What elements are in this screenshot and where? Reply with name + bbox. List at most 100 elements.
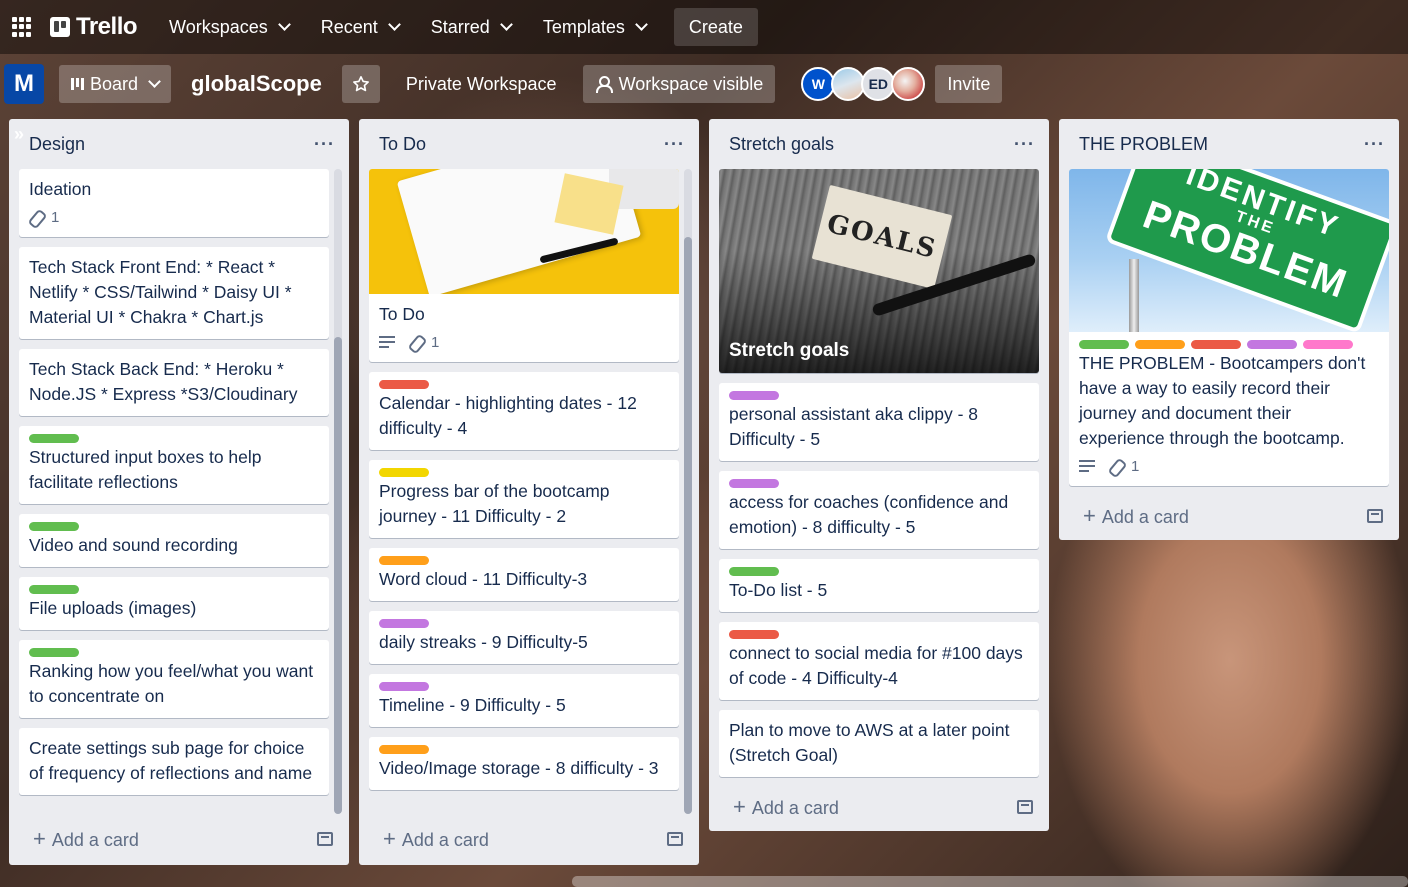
list-header[interactable]: Design ··· [9, 119, 349, 169]
add-card-button[interactable]: + Add a card [1059, 496, 1399, 536]
avatar[interactable]: ED [861, 67, 896, 101]
green-label[interactable] [29, 522, 79, 531]
yellow-label[interactable] [379, 468, 429, 477]
purple-label[interactable] [379, 619, 429, 628]
card-title: Ideation [29, 179, 92, 199]
list-item[interactable]: access for coaches (confidence and emoti… [719, 471, 1039, 549]
list-design: Design ··· Ideation 1 Tech Stack Front E… [9, 119, 349, 865]
card-title: Timeline - 9 Difficulty - 5 [379, 695, 566, 715]
card-list: IDENTIFY THE PROBLEM THE PROBLEM - Bootc… [1059, 169, 1399, 486]
list-header[interactable]: To Do ··· [359, 119, 699, 169]
nav-starred[interactable]: Starred [419, 9, 523, 45]
purple-label[interactable] [379, 682, 429, 691]
list-item[interactable]: Tech Stack Back End: * Heroku * Node.JS … [19, 349, 329, 416]
avatar[interactable]: W [801, 67, 836, 101]
list-title[interactable]: THE PROBLEM [1079, 134, 1208, 155]
list-item[interactable]: Plan to move to AWS at a later point (St… [719, 710, 1039, 777]
red-label[interactable] [1191, 340, 1241, 349]
more-icon[interactable]: ··· [1364, 134, 1385, 155]
green-label[interactable] [29, 648, 79, 657]
more-icon[interactable]: ··· [664, 134, 685, 155]
more-icon[interactable]: ··· [1014, 134, 1035, 155]
card-template-icon[interactable] [317, 832, 333, 846]
people-icon [595, 76, 613, 93]
list-item[interactable]: daily streaks - 9 Difficulty-5 [369, 611, 679, 664]
nav-templates[interactable]: Templates [531, 9, 658, 45]
list-item[interactable]: Calendar - highlighting dates - 12 diffi… [369, 372, 679, 450]
private-workspace-button[interactable]: Private Workspace [394, 74, 569, 95]
orange-label[interactable] [379, 556, 429, 565]
card-title: File uploads (images) [29, 598, 197, 618]
avatar[interactable] [891, 67, 926, 101]
add-card-button[interactable]: + Add a card [359, 819, 699, 859]
board-members: W ED [801, 67, 926, 101]
red-label[interactable] [729, 630, 779, 639]
list-item[interactable]: connect to social media for #100 days of… [719, 622, 1039, 700]
list-to-do: To Do ··· To Do 1 Calendar - highlightin… [359, 119, 699, 865]
card-title: Calendar - highlighting dates - 12 diffi… [379, 393, 637, 438]
expand-sidebar-icon[interactable]: » [14, 124, 24, 145]
card-template-icon[interactable] [1017, 800, 1033, 814]
list-scrollbar[interactable] [334, 169, 342, 814]
nav-recent[interactable]: Recent [309, 9, 411, 45]
list-item[interactable]: Video and sound recording [19, 514, 329, 567]
add-card-button[interactable]: + Add a card [709, 787, 1049, 827]
nav-workspaces[interactable]: Workspaces [157, 9, 301, 45]
list-item[interactable]: Create settings sub page for choice of f… [19, 728, 329, 795]
list-item[interactable]: Tech Stack Front End: * React * Netlify … [19, 247, 329, 339]
list-title[interactable]: Design [29, 134, 85, 155]
workspace-avatar[interactable]: M [4, 64, 44, 104]
green-label[interactable] [729, 567, 779, 576]
scroll-thumb[interactable] [684, 237, 692, 814]
green-label[interactable] [29, 434, 79, 443]
purple-label[interactable] [729, 391, 779, 400]
list-item[interactable]: To-Do list - 5 [719, 559, 1039, 612]
green-label[interactable] [1079, 340, 1129, 349]
card-template-icon[interactable] [667, 832, 683, 846]
list-item[interactable]: Structured input boxes to help facilitat… [19, 426, 329, 504]
star-board-button[interactable] [341, 65, 380, 103]
list-header[interactable]: Stretch goals ··· [709, 119, 1049, 169]
card-template-icon[interactable] [1367, 509, 1383, 523]
scroll-thumb[interactable] [334, 337, 342, 814]
list-item[interactable]: File uploads (images) [19, 577, 329, 630]
list-header[interactable]: THE PROBLEM ··· [1059, 119, 1399, 169]
identify-the-problem-sign: IDENTIFY THE PROBLEM [1104, 169, 1389, 332]
board-view-label: Board [90, 73, 139, 94]
card-title: connect to social media for #100 days of… [729, 643, 1023, 688]
list-title[interactable]: Stretch goals [729, 134, 834, 155]
purple-label[interactable] [729, 479, 779, 488]
attachment-badge: 1 [1109, 454, 1139, 479]
description-icon [1079, 460, 1095, 472]
board-title[interactable]: globalScope [191, 71, 322, 97]
board-horizontal-scrollbar[interactable] [572, 876, 1408, 887]
board-view-switcher[interactable]: Board [59, 65, 172, 103]
pink-label[interactable] [1303, 340, 1353, 349]
create-button[interactable]: Create [673, 8, 758, 46]
invite-button[interactable]: Invite [935, 65, 1003, 103]
purple-label[interactable] [1247, 340, 1297, 349]
red-label[interactable] [379, 380, 429, 389]
list-item[interactable]: IDENTIFY THE PROBLEM THE PROBLEM - Bootc… [1069, 169, 1389, 486]
list-item[interactable]: Word cloud - 11 Difficulty-3 [369, 548, 679, 601]
list-item[interactable]: GOALS Stretch goals [719, 169, 1039, 373]
app-switcher-icon[interactable] [12, 17, 32, 37]
orange-label[interactable] [1135, 340, 1185, 349]
avatar[interactable] [831, 67, 866, 101]
list-item[interactable]: Timeline - 9 Difficulty - 5 [369, 674, 679, 727]
more-icon[interactable]: ··· [314, 134, 335, 155]
list-scrollbar[interactable] [684, 169, 692, 814]
list-item[interactable]: Progress bar of the bootcamp journey - 1… [369, 460, 679, 538]
list-title[interactable]: To Do [379, 134, 426, 155]
list-item[interactable]: Ideation 1 [19, 169, 329, 237]
trello-logo[interactable]: Trello [50, 13, 138, 41]
orange-label[interactable] [379, 745, 429, 754]
green-label[interactable] [29, 585, 79, 594]
list-item[interactable]: personal assistant aka clippy - 8 Diffic… [719, 383, 1039, 461]
visibility-button[interactable]: Workspace visible [582, 65, 776, 103]
list-item[interactable]: To Do 1 [369, 169, 679, 362]
add-card-label: Add a card [751, 798, 839, 818]
add-card-button[interactable]: + Add a card [9, 819, 349, 859]
list-item[interactable]: Video/Image storage - 8 difficulty - 3 [369, 737, 679, 790]
list-item[interactable]: Ranking how you feel/what you want to co… [19, 640, 329, 718]
